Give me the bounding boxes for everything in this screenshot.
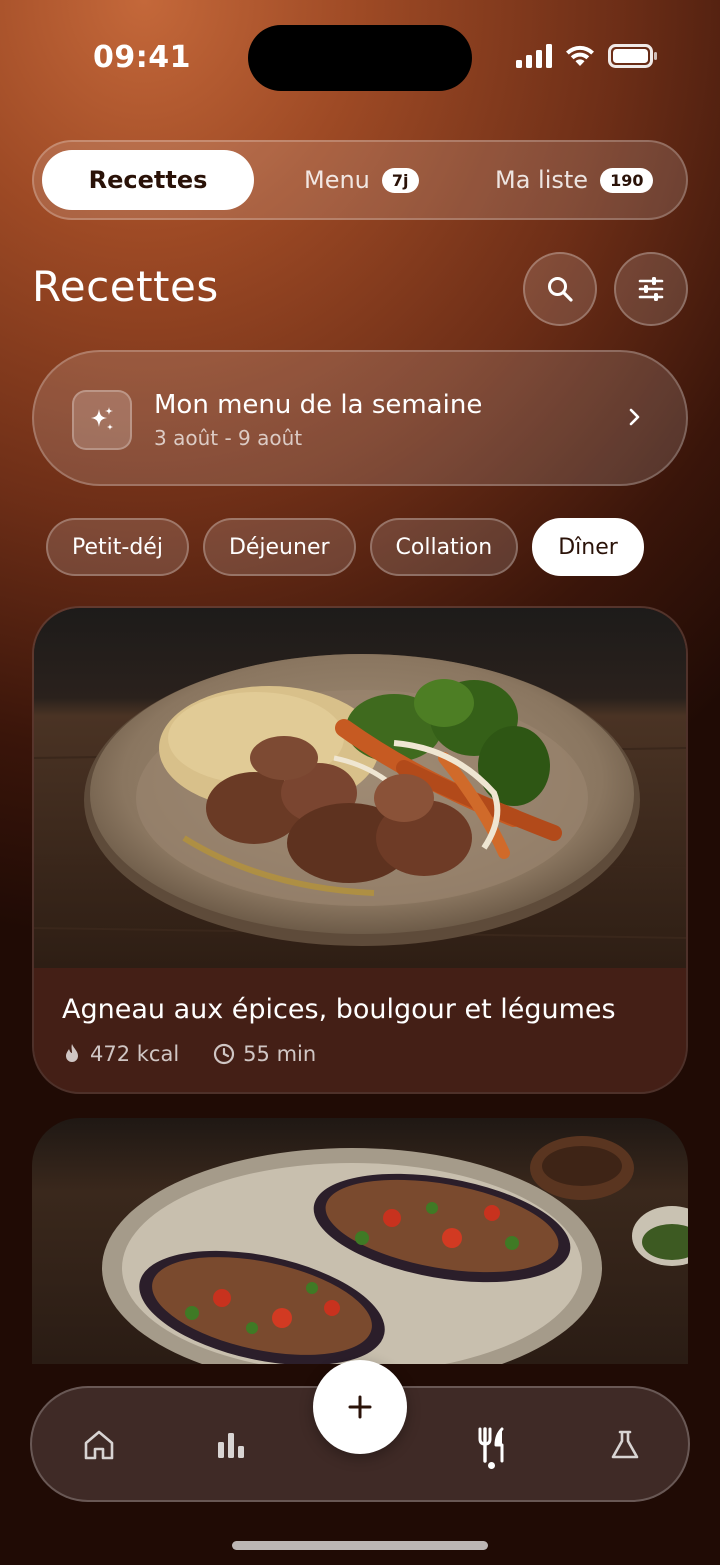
recipe-card-2[interactable] bbox=[32, 1118, 688, 1364]
recipe-title: Agneau aux épices, boulgour et légumes bbox=[62, 994, 616, 1025]
meal-filter-chips: Petit-déj Déjeuner Collation Dîner bbox=[46, 518, 644, 576]
menu-badge: 7j bbox=[381, 167, 419, 193]
add-icon bbox=[348, 1395, 372, 1419]
weekly-menu-dates: 3 août - 9 août bbox=[154, 426, 303, 450]
recipe-kcal: 472 kcal bbox=[90, 1042, 180, 1066]
signal-icon bbox=[516, 44, 552, 68]
tab-menu[interactable]: Menu 7j bbox=[304, 150, 419, 210]
home-icon bbox=[84, 1430, 114, 1460]
search-icon bbox=[548, 277, 573, 302]
chip-diner[interactable]: Dîner bbox=[532, 518, 644, 576]
battery-icon bbox=[608, 44, 657, 68]
tab-ma-liste[interactable]: Ma liste 190 bbox=[495, 150, 654, 210]
add-button[interactable] bbox=[313, 1360, 407, 1454]
clock-icon bbox=[214, 1043, 235, 1065]
lab-icon bbox=[611, 1430, 639, 1459]
page-title: Recettes bbox=[32, 262, 219, 311]
status-bar: 09:41 bbox=[0, 0, 720, 120]
recipe-photo-lamb bbox=[34, 608, 686, 968]
chip-collation[interactable]: Collation bbox=[369, 518, 519, 576]
status-time: 09:41 bbox=[93, 40, 191, 75]
flame-icon bbox=[66, 1044, 78, 1062]
weekly-menu-title: Mon menu de la semaine bbox=[154, 390, 483, 420]
stats-icon bbox=[218, 1433, 244, 1458]
status-icons bbox=[516, 44, 658, 68]
search-button[interactable] bbox=[523, 252, 597, 326]
recipe-photo-eggplant bbox=[32, 1118, 688, 1364]
recipe-time: 55 min bbox=[243, 1042, 317, 1066]
active-nav-indicator bbox=[488, 1462, 495, 1469]
recipe-card[interactable]: Agneau aux épices, boulgour et légumes 4… bbox=[32, 606, 688, 1094]
recipe-info: Agneau aux épices, boulgour et légumes 4… bbox=[34, 968, 686, 1092]
nav-lab[interactable] bbox=[600, 1422, 650, 1468]
home-indicator bbox=[232, 1541, 488, 1550]
sliders-icon bbox=[638, 277, 664, 301]
chip-petit-dej[interactable]: Petit-déj bbox=[46, 518, 189, 576]
recipes-icon bbox=[478, 1427, 504, 1463]
nav-recipes[interactable] bbox=[468, 1422, 518, 1468]
weekly-menu-card[interactable]: Mon menu de la semaine 3 août - 9 août bbox=[32, 350, 688, 486]
tab-recettes[interactable]: Recettes bbox=[42, 150, 254, 210]
chevron-right-icon bbox=[629, 408, 640, 426]
sparkles-icon bbox=[72, 390, 132, 450]
tab-recettes-label: Recettes bbox=[88, 166, 208, 194]
recipe-meta: 472 kcal 55 min bbox=[62, 1042, 316, 1066]
nav-home[interactable] bbox=[74, 1422, 124, 1468]
nav-stats[interactable] bbox=[206, 1422, 256, 1468]
chip-dejeuner[interactable]: Déjeuner bbox=[202, 518, 356, 576]
filter-button[interactable] bbox=[614, 252, 688, 326]
main-tabs: Recettes Menu 7j Ma liste 190 bbox=[32, 140, 688, 220]
tab-menu-label: Menu bbox=[304, 166, 370, 194]
liste-badge: 190 bbox=[600, 167, 654, 193]
wifi-icon bbox=[566, 45, 594, 66]
tab-liste-label: Ma liste bbox=[495, 166, 589, 194]
dynamic-island bbox=[248, 25, 472, 91]
